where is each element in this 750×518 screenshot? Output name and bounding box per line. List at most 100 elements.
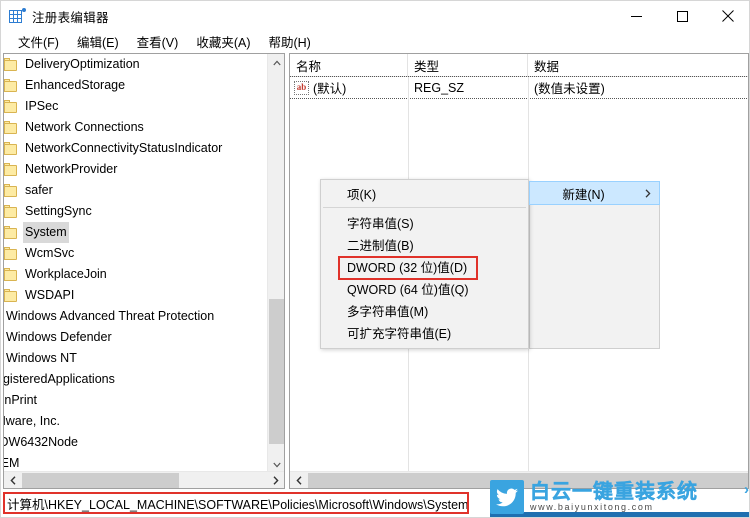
context-menu-item[interactable]: 字符串值(S) — [321, 211, 528, 233]
menu-view[interactable]: 查看(V) — [128, 30, 188, 54]
maximize-button[interactable] — [659, 1, 705, 31]
tree-item-label: EnhancedStorage — [25, 78, 126, 92]
tree-item-label: System — [23, 222, 69, 243]
window-controls — [613, 1, 749, 31]
menu-bar: 文件(F) 编辑(E) 查看(V) 收藏夹(A) 帮助(H) — [1, 30, 749, 54]
context-menu-item[interactable]: DWORD (32 位)值(D) — [321, 255, 528, 277]
tree-item-system[interactable]: SYSTEM — [4, 453, 267, 473]
tree-item-network-connections[interactable]: Network Connections — [4, 117, 267, 138]
tree-item-deliveryoptimization[interactable]: DeliveryOptimization — [4, 54, 267, 75]
registry-tree-pane: DeliveryOptimization EnhancedStorage IPSec… — [3, 53, 285, 489]
tree-scroll-left-icon[interactable] — [4, 472, 21, 488]
context-menu-separator — [323, 207, 526, 208]
registry-tree: DeliveryOptimization EnhancedStorage IPSec… — [4, 54, 267, 473]
tree-item-label: DeliveryOptimization — [25, 57, 140, 71]
folder-icon — [4, 141, 19, 156]
new-submenu-panel — [529, 205, 660, 349]
tree-item-label: WSDAPI — [25, 288, 75, 302]
title-bar: 注册表编辑器 — [1, 1, 749, 31]
folder-icon — [4, 183, 19, 198]
menu-help[interactable]: 帮助(H) — [259, 30, 319, 54]
close-button[interactable] — [705, 1, 749, 31]
context-menu-item[interactable]: 二进制值(B) — [321, 233, 528, 255]
registry-path-text: 计算机\HKEY_LOCAL_MACHINE\SOFTWARE\Policies… — [7, 497, 469, 512]
tree-item-settingsync[interactable]: SettingSync — [4, 201, 267, 222]
folder-icon — [4, 120, 19, 135]
tree-item-windows-advanced-threat-protection[interactable]: Windows Advanced Threat Protection — [4, 306, 267, 327]
values-scroll-left-icon[interactable] — [290, 472, 307, 488]
tree-item-vmware-inc[interactable]: VMware, Inc. — [4, 411, 267, 432]
folder-icon — [4, 78, 19, 93]
tree-horizontal-scrollbar-thumb[interactable] — [22, 473, 179, 488]
tree-item-label: Windows Defender — [6, 330, 112, 344]
folder-icon — [4, 204, 19, 219]
menu-edit[interactable]: 编辑(E) — [68, 30, 128, 54]
menu-favorites[interactable]: 收藏夹(A) — [187, 30, 259, 54]
values-horizontal-scrollbar[interactable] — [290, 471, 748, 488]
tree-item-label: IPSec — [25, 99, 59, 113]
tree-item-wcmsvc[interactable]: WcmSvc — [4, 243, 267, 264]
tree-item-label: Windows NT — [6, 351, 77, 365]
tree-item-safer[interactable]: safer — [4, 180, 267, 201]
tree-item-enhancedstorage[interactable]: EnhancedStorage — [4, 75, 267, 96]
tree-vertical-scrollbar-thumb[interactable] — [269, 299, 284, 444]
folder-icon — [4, 99, 19, 114]
tree-item-ipsec[interactable]: IPSec — [4, 96, 267, 117]
tree-item-label: Windows Advanced Threat Protection — [6, 309, 215, 323]
new-submenu: 项(K) 字符串值(S) 二进制值(B) DWORD (32 位)值(D) QWORD … — [320, 179, 529, 349]
column-header-data[interactable]: 数据 — [528, 54, 748, 77]
tree-item-thinprint[interactable]: ThinPrint — [4, 390, 267, 411]
values-horizontal-scrollbar-thumb[interactable] — [308, 473, 748, 488]
tree-item-label: Network Connections — [25, 120, 144, 134]
value-name-cell: ab (默认) — [290, 78, 408, 97]
registry-editor-window: 注册表编辑器 文件(F) 编辑(E) 查看(V) 收藏夹(A) 帮助(H) De… — [0, 0, 750, 518]
tree-item-label: WcmSvc — [25, 246, 75, 260]
tree-item-label: RegisteredApplications — [4, 372, 115, 386]
tree-item-workplacejoin[interactable]: WorkplaceJoin — [4, 264, 267, 285]
tree-item-networkconnectivitystatusindicator[interactable]: NetworkConnectivityStatusIndicator — [4, 138, 267, 159]
minimize-button[interactable] — [613, 1, 659, 31]
folder-icon — [4, 267, 19, 282]
tree-item-label: NetworkConnectivityStatusIndicator — [25, 141, 223, 155]
folder-icon — [4, 225, 19, 240]
tree-item-label: SYSTEM — [4, 456, 20, 470]
value-type-cell: REG_SZ — [414, 80, 465, 95]
tree-horizontal-scrollbar[interactable] — [4, 471, 284, 488]
folder-icon — [4, 57, 19, 72]
tree-item-registeredapplications[interactable]: RegisteredApplications — [4, 369, 267, 390]
context-menu-item[interactable]: 可扩充字符串值(E) — [321, 321, 528, 343]
context-menu-item[interactable]: QWORD (64 位)值(Q) — [321, 277, 528, 299]
context-menu-item[interactable]: 项(K) — [321, 182, 528, 204]
value-data-cell: (数值未设置) — [534, 82, 605, 96]
tree-item-label: safer — [25, 183, 53, 197]
tree-scroll-up-icon[interactable] — [268, 54, 284, 71]
folder-icon — [4, 288, 19, 303]
ab-string-icon: ab — [294, 80, 309, 95]
tree-item-networkprovider[interactable]: NetworkProvider — [4, 159, 267, 180]
tree-vertical-scrollbar[interactable] — [267, 54, 284, 473]
tree-item-label: VMware, Inc. — [4, 414, 60, 428]
menu-item-new[interactable]: 新建(N) — [529, 181, 660, 205]
context-menu-item[interactable]: 多字符串值(M) — [321, 299, 528, 321]
column-header-type[interactable]: 类型 — [408, 54, 528, 77]
watermark-accent-bar — [490, 512, 749, 517]
tree-item-windows-nt[interactable]: Windows NT — [4, 348, 267, 369]
tree-scroll-right-icon[interactable] — [267, 472, 284, 488]
tree-item-system[interactable]: System — [4, 222, 267, 243]
tree-item-wow6432node[interactable]: WOW6432Node — [4, 432, 267, 453]
tree-item-label: SettingSync — [25, 204, 92, 218]
menu-item-new-label: 新建(N) — [562, 187, 605, 202]
registry-tree-viewport[interactable]: DeliveryOptimization EnhancedStorage IPSec… — [4, 54, 267, 473]
tree-item-wsdapi[interactable]: WSDAPI — [4, 285, 267, 306]
table-row[interactable]: ab (默认) REG_SZ (数值未设置) — [290, 76, 748, 99]
chevron-right-icon — [637, 188, 659, 198]
tree-item-windows-defender[interactable]: Windows Defender — [4, 327, 267, 348]
values-column-header: 名称 类型 数据 — [290, 54, 748, 77]
window-title: 注册表编辑器 — [32, 10, 109, 25]
registry-editor-icon — [9, 8, 26, 24]
value-name-text: (默认) — [313, 82, 347, 96]
column-header-name[interactable]: 名称 — [290, 54, 408, 77]
tree-item-label: WOW6432Node — [4, 435, 79, 449]
tree-item-label: ThinPrint — [4, 393, 38, 407]
menu-file[interactable]: 文件(F) — [9, 30, 68, 54]
